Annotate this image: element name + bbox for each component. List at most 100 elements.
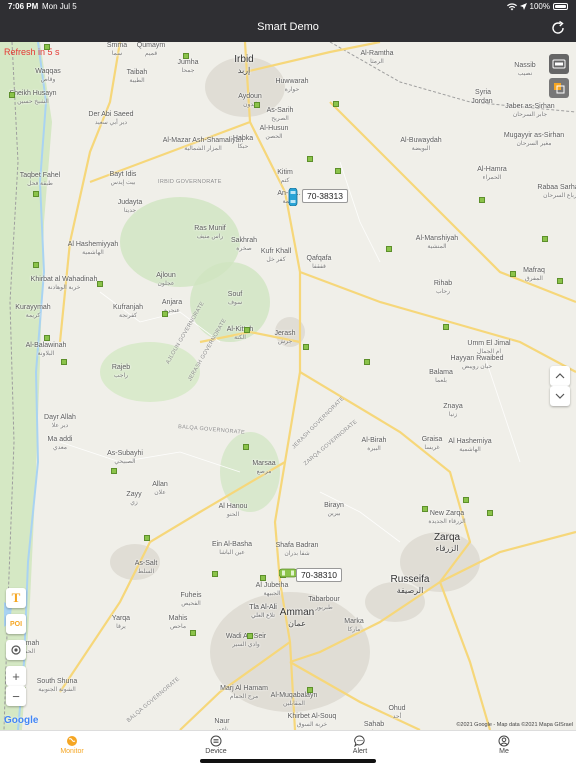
station-marker[interactable]: [307, 156, 313, 162]
station-marker[interactable]: [144, 535, 150, 541]
station-marker[interactable]: [61, 359, 67, 365]
station-marker[interactable]: [557, 278, 563, 284]
pan-up-button[interactable]: [550, 366, 570, 386]
traffic-layer-button[interactable]: [549, 54, 569, 74]
map-place-label: Tabarbour طبربور: [308, 596, 340, 612]
place-name-arabic: الحنو: [226, 512, 240, 518]
place-name-arabic: حوارة: [284, 87, 300, 93]
map-place-label: As-Salt السلط: [135, 560, 158, 576]
zoom-in-button[interactable]: +: [6, 666, 26, 686]
station-marker[interactable]: [542, 236, 548, 242]
station-marker[interactable]: [364, 359, 370, 365]
station-marker[interactable]: [335, 168, 341, 174]
place-name-arabic: كفر خل: [266, 257, 286, 263]
station-marker[interactable]: [254, 102, 260, 108]
vehicle-label[interactable]: 70-38313: [302, 189, 348, 203]
station-marker[interactable]: [303, 344, 309, 350]
map-place-label: Al-Ramtha الرمثا: [360, 50, 393, 66]
map-place-label: Khirbet Al-Souq خربة السوق: [288, 713, 337, 729]
station-marker[interactable]: [479, 197, 485, 203]
map-place-label: Russeifa الرصيفة: [391, 574, 430, 596]
place-name-arabic: عجلون: [157, 281, 175, 287]
map-place-label: Al Hashemiya الهاشمية: [448, 438, 491, 454]
place-name: Dayr Allah: [44, 414, 76, 421]
station-marker[interactable]: [33, 262, 39, 268]
place-name: Khirbat al Wahadinah: [30, 276, 98, 283]
map-place-label: Ras Munif راس منيف: [194, 225, 226, 241]
station-marker[interactable]: [463, 497, 469, 503]
station-marker[interactable]: [510, 271, 516, 277]
station-marker[interactable]: [162, 311, 168, 317]
text-tool-button[interactable]: T: [6, 588, 26, 608]
list-icon: [210, 735, 222, 747]
place-name: Naur: [214, 718, 230, 725]
place-name: Al-Muqabalayn: [270, 692, 318, 699]
place-name: Sheikh Husayn: [9, 90, 57, 97]
station-marker[interactable]: [44, 44, 50, 50]
station-marker[interactable]: [247, 633, 253, 639]
tab-label: Alert: [352, 748, 368, 755]
place-name: Balama: [429, 369, 453, 376]
map-view[interactable]: Refresh in 5 s Irbid إربد Amman عمان Zarqa ال…: [0, 42, 576, 730]
locate-me-button[interactable]: [6, 640, 26, 660]
map-type-button[interactable]: [549, 78, 569, 98]
pan-down-button[interactable]: [550, 386, 570, 406]
place-name: Ma addi: [47, 436, 73, 443]
station-marker[interactable]: [97, 281, 103, 287]
place-name: Ras Munif: [194, 225, 226, 232]
place-name-arabic: يرقا: [116, 624, 126, 630]
place-name-arabic: كريمة: [25, 313, 41, 319]
station-marker[interactable]: [443, 324, 449, 330]
station-marker[interactable]: [212, 571, 218, 577]
station-marker[interactable]: [44, 335, 50, 341]
station-marker[interactable]: [386, 246, 392, 252]
place-name: Mafraq: [523, 267, 545, 274]
place-name-arabic: زي: [130, 500, 138, 506]
place-name-arabic: قميم: [144, 51, 158, 57]
map-place-label: Al Hashemiyyah الهاشمية: [68, 241, 119, 257]
place-name-arabic: أحد: [392, 714, 402, 720]
station-marker[interactable]: [307, 687, 313, 693]
map-place-label: Birayn بيرين: [324, 502, 344, 518]
map-place-label: Al-Balawinah البلاونة: [26, 342, 67, 358]
station-marker[interactable]: [33, 191, 39, 197]
place-name: Al Hanou: [218, 503, 248, 510]
layers-icon: [552, 59, 566, 69]
map-place-label: Waqqas وقاص: [35, 68, 60, 84]
place-name: Tla Al-Ali: [249, 604, 277, 611]
vehicle-marker-70-38310[interactable]: [279, 568, 297, 578]
station-marker[interactable]: [422, 506, 428, 512]
station-marker[interactable]: [9, 92, 15, 98]
station-marker[interactable]: [333, 101, 339, 107]
tab-monitor[interactable]: Monitor: [0, 731, 144, 768]
battery-icon: [553, 3, 568, 10]
zoom-out-button[interactable]: −: [6, 686, 26, 706]
station-marker[interactable]: [111, 468, 117, 474]
place-name: Rabaa Sarhan: [537, 184, 576, 191]
refresh-icon[interactable]: [550, 20, 566, 36]
vehicle-marker-70-38313[interactable]: [288, 188, 298, 206]
map-place-label: Zarqa الزرقاء: [434, 532, 460, 554]
station-marker[interactable]: [244, 327, 250, 333]
place-name: Qumaym: [136, 42, 166, 49]
poi-tool-button[interactable]: POI: [6, 614, 26, 634]
place-name-arabic: غريسا: [424, 445, 440, 451]
place-name: Irbid: [234, 54, 254, 65]
place-name-arabic: بيت إيدس: [110, 180, 136, 186]
place-name: Znaya: [443, 403, 463, 410]
place-name: Khirbet Al-Souq: [287, 713, 337, 720]
place-name-arabic: جابر السرحان: [512, 112, 548, 118]
station-marker[interactable]: [487, 510, 493, 516]
map-place-label: New Zarqa الزرقاء الجديدة: [428, 510, 465, 526]
place-name: Taibah: [126, 69, 148, 76]
station-marker[interactable]: [190, 630, 196, 636]
vehicle-label[interactable]: 70-38310: [296, 568, 342, 582]
place-name-arabic: الجبيهة: [263, 591, 281, 597]
tab-me[interactable]: Me: [432, 731, 576, 768]
station-marker[interactable]: [243, 444, 249, 450]
place-name: Anjara: [161, 299, 183, 306]
station-marker[interactable]: [183, 53, 189, 59]
place-name-arabic: قفقفا: [312, 264, 326, 270]
station-marker[interactable]: [260, 575, 266, 581]
place-name: Marka: [344, 618, 364, 625]
